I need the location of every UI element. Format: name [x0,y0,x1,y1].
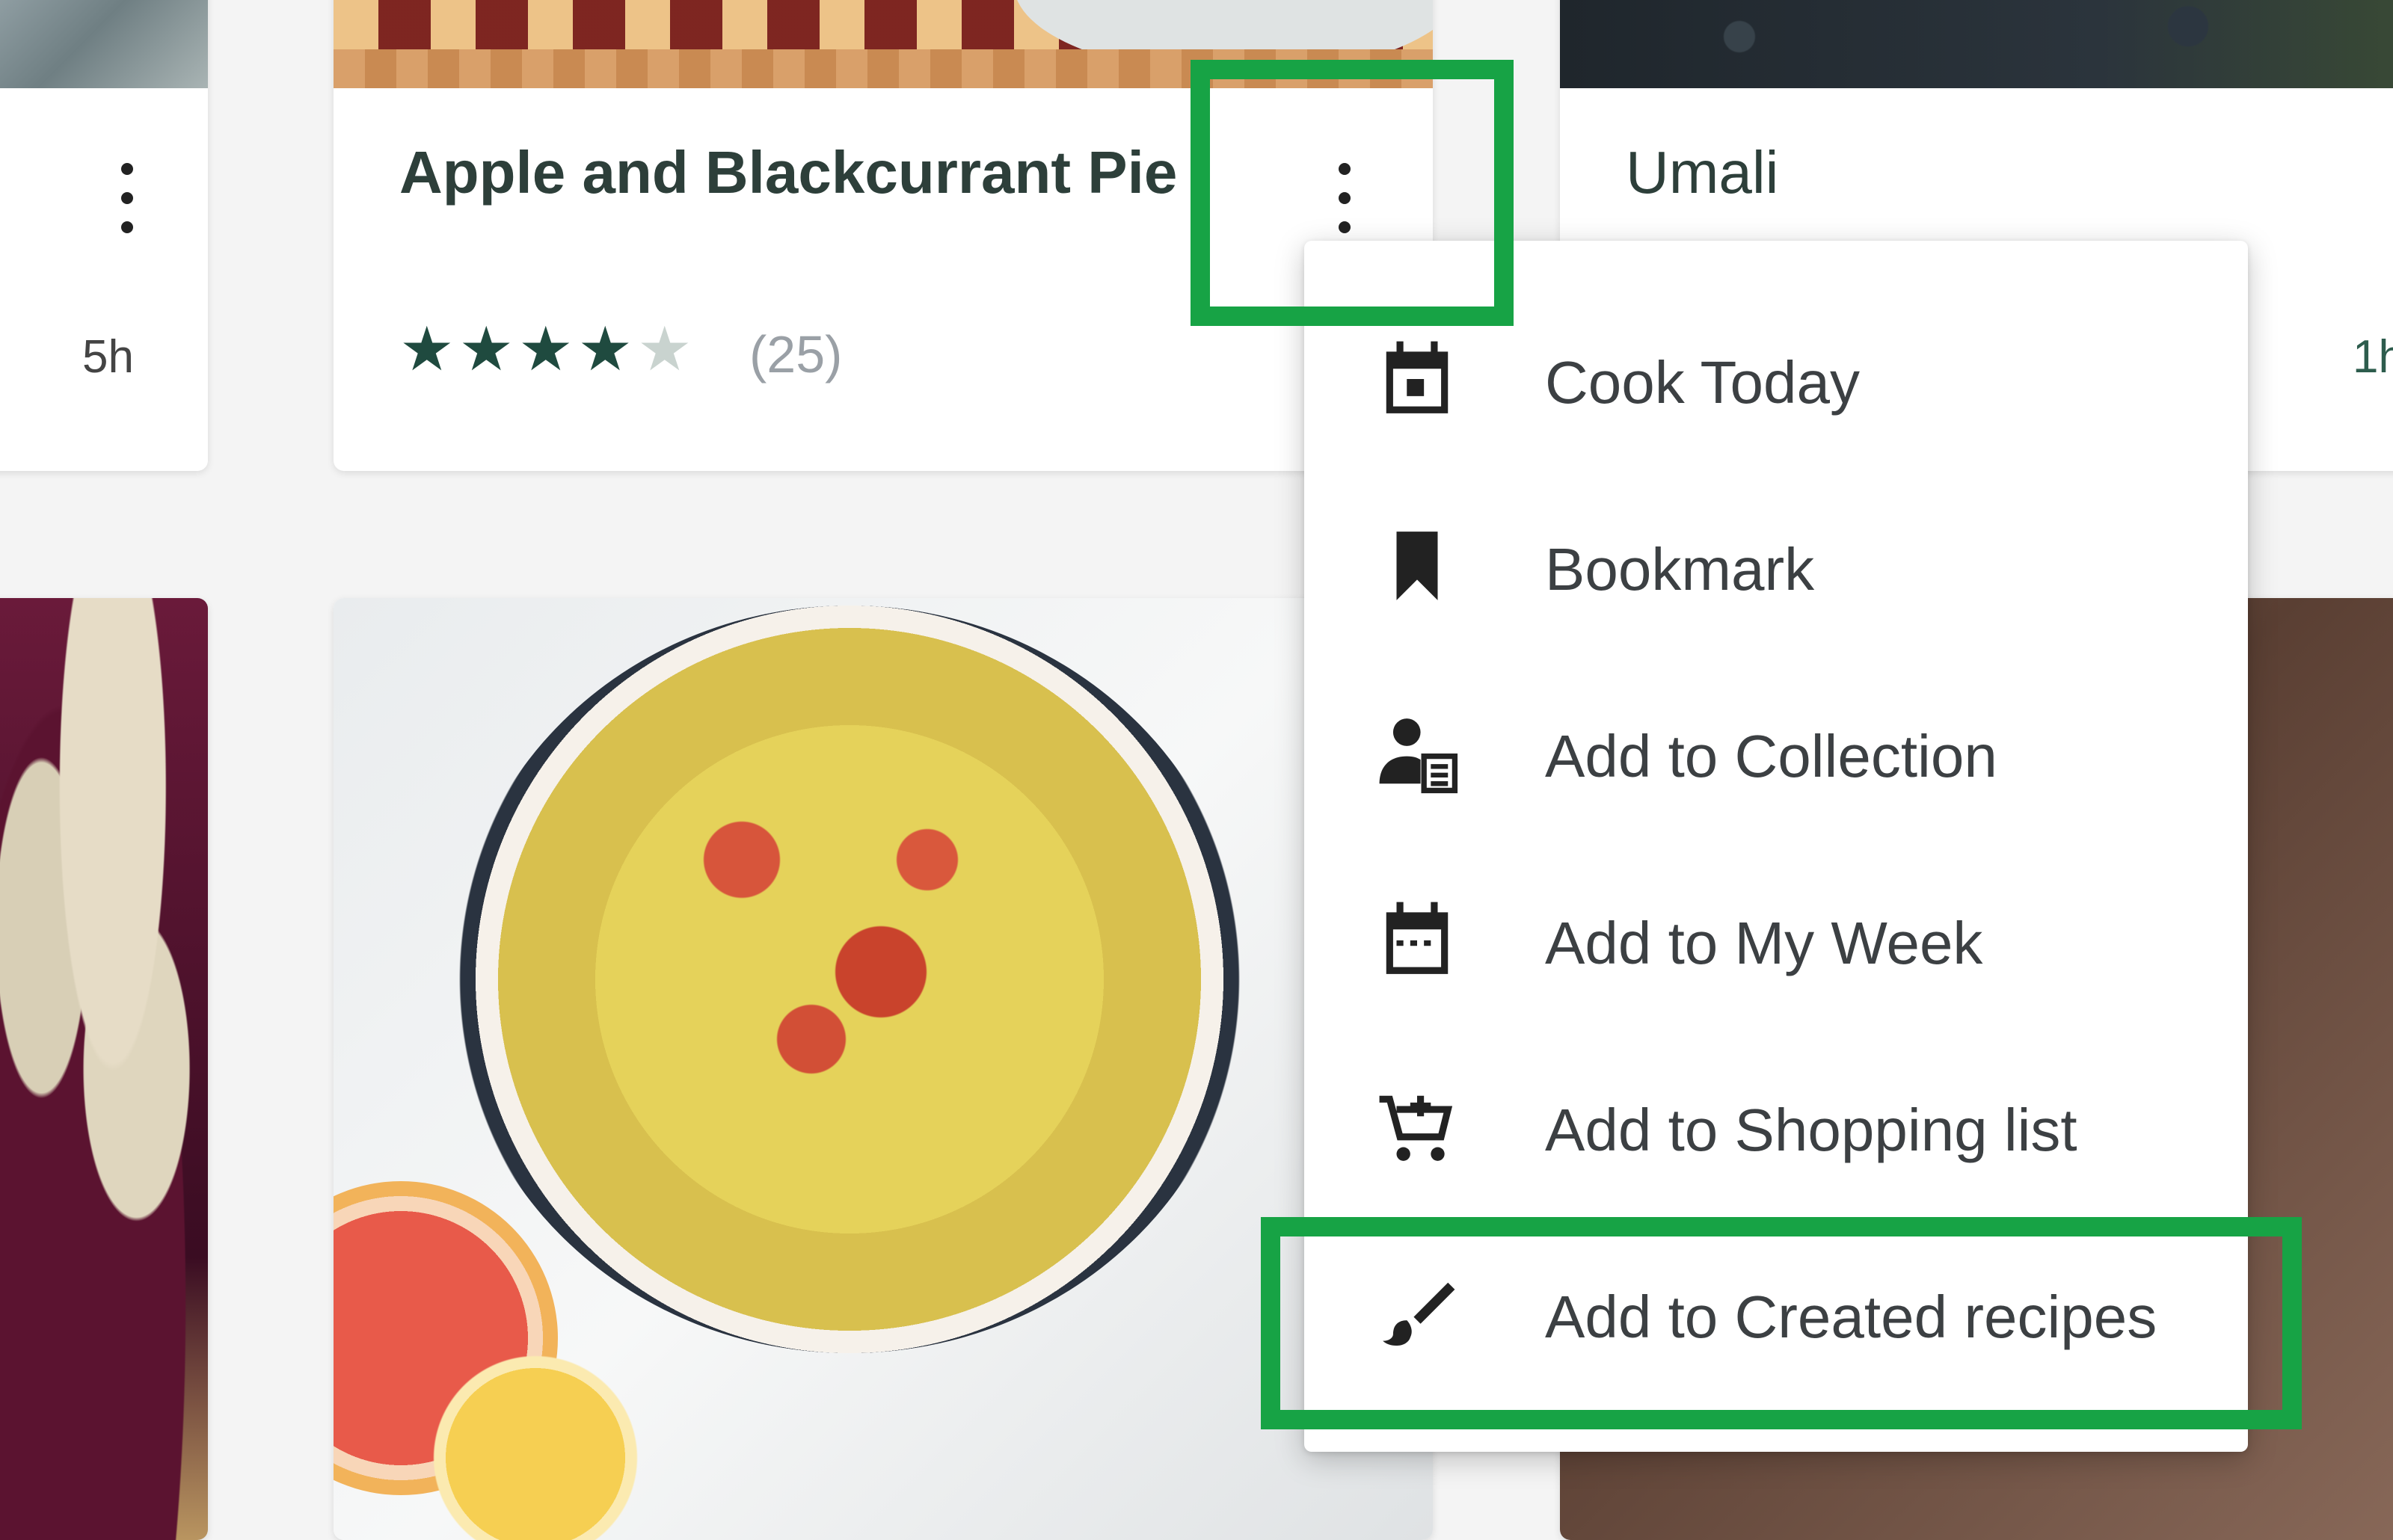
menu-item-add-to-my-week[interactable]: Add to My Week [1304,846,2248,1033]
bookmark-icon [1396,532,1438,600]
calendar-day-icon [1386,341,1449,413]
menu-item-label: Add to My Week [1545,910,1983,976]
menu-item-label: Add to Shopping list [1545,1097,2077,1163]
menu-item-label: Add to Collection [1545,723,1997,789]
menu-item-add-to-shopping-list[interactable]: Add to Shopping list [1304,1033,2248,1220]
recipe-card[interactable] [0,598,208,1540]
menu-item-label: Bookmark [1545,536,1815,603]
cart-plus-icon [1379,1095,1453,1161]
calendar-week-icon [1386,902,1449,974]
recipe-title[interactable]: Apple and Blackcurrant Pie [399,138,1177,207]
cook-time: 1h [2353,331,2393,383]
recipe-card[interactable]: 5h [0,0,208,471]
rating-count: (25) [749,325,843,384]
recipe-image[interactable] [0,598,208,1540]
rating-stars: ★★★★★ [399,315,697,384]
recipe-image[interactable] [1560,0,2393,88]
cook-time: 5h [82,331,134,383]
user-list-icon [1379,718,1458,794]
recipe-image[interactable] [0,0,208,88]
highlight-box-options [1191,60,1514,326]
highlight-box-created-recipes [1261,1217,2302,1429]
menu-item-label: Cook Today [1545,349,1861,416]
recipe-title[interactable]: Umali [1626,138,1778,207]
menu-item-bookmark[interactable]: Bookmark [1304,472,2248,659]
more-options-icon[interactable] [112,157,142,239]
menu-item-add-to-collection[interactable]: Add to Collection [1304,659,2248,846]
